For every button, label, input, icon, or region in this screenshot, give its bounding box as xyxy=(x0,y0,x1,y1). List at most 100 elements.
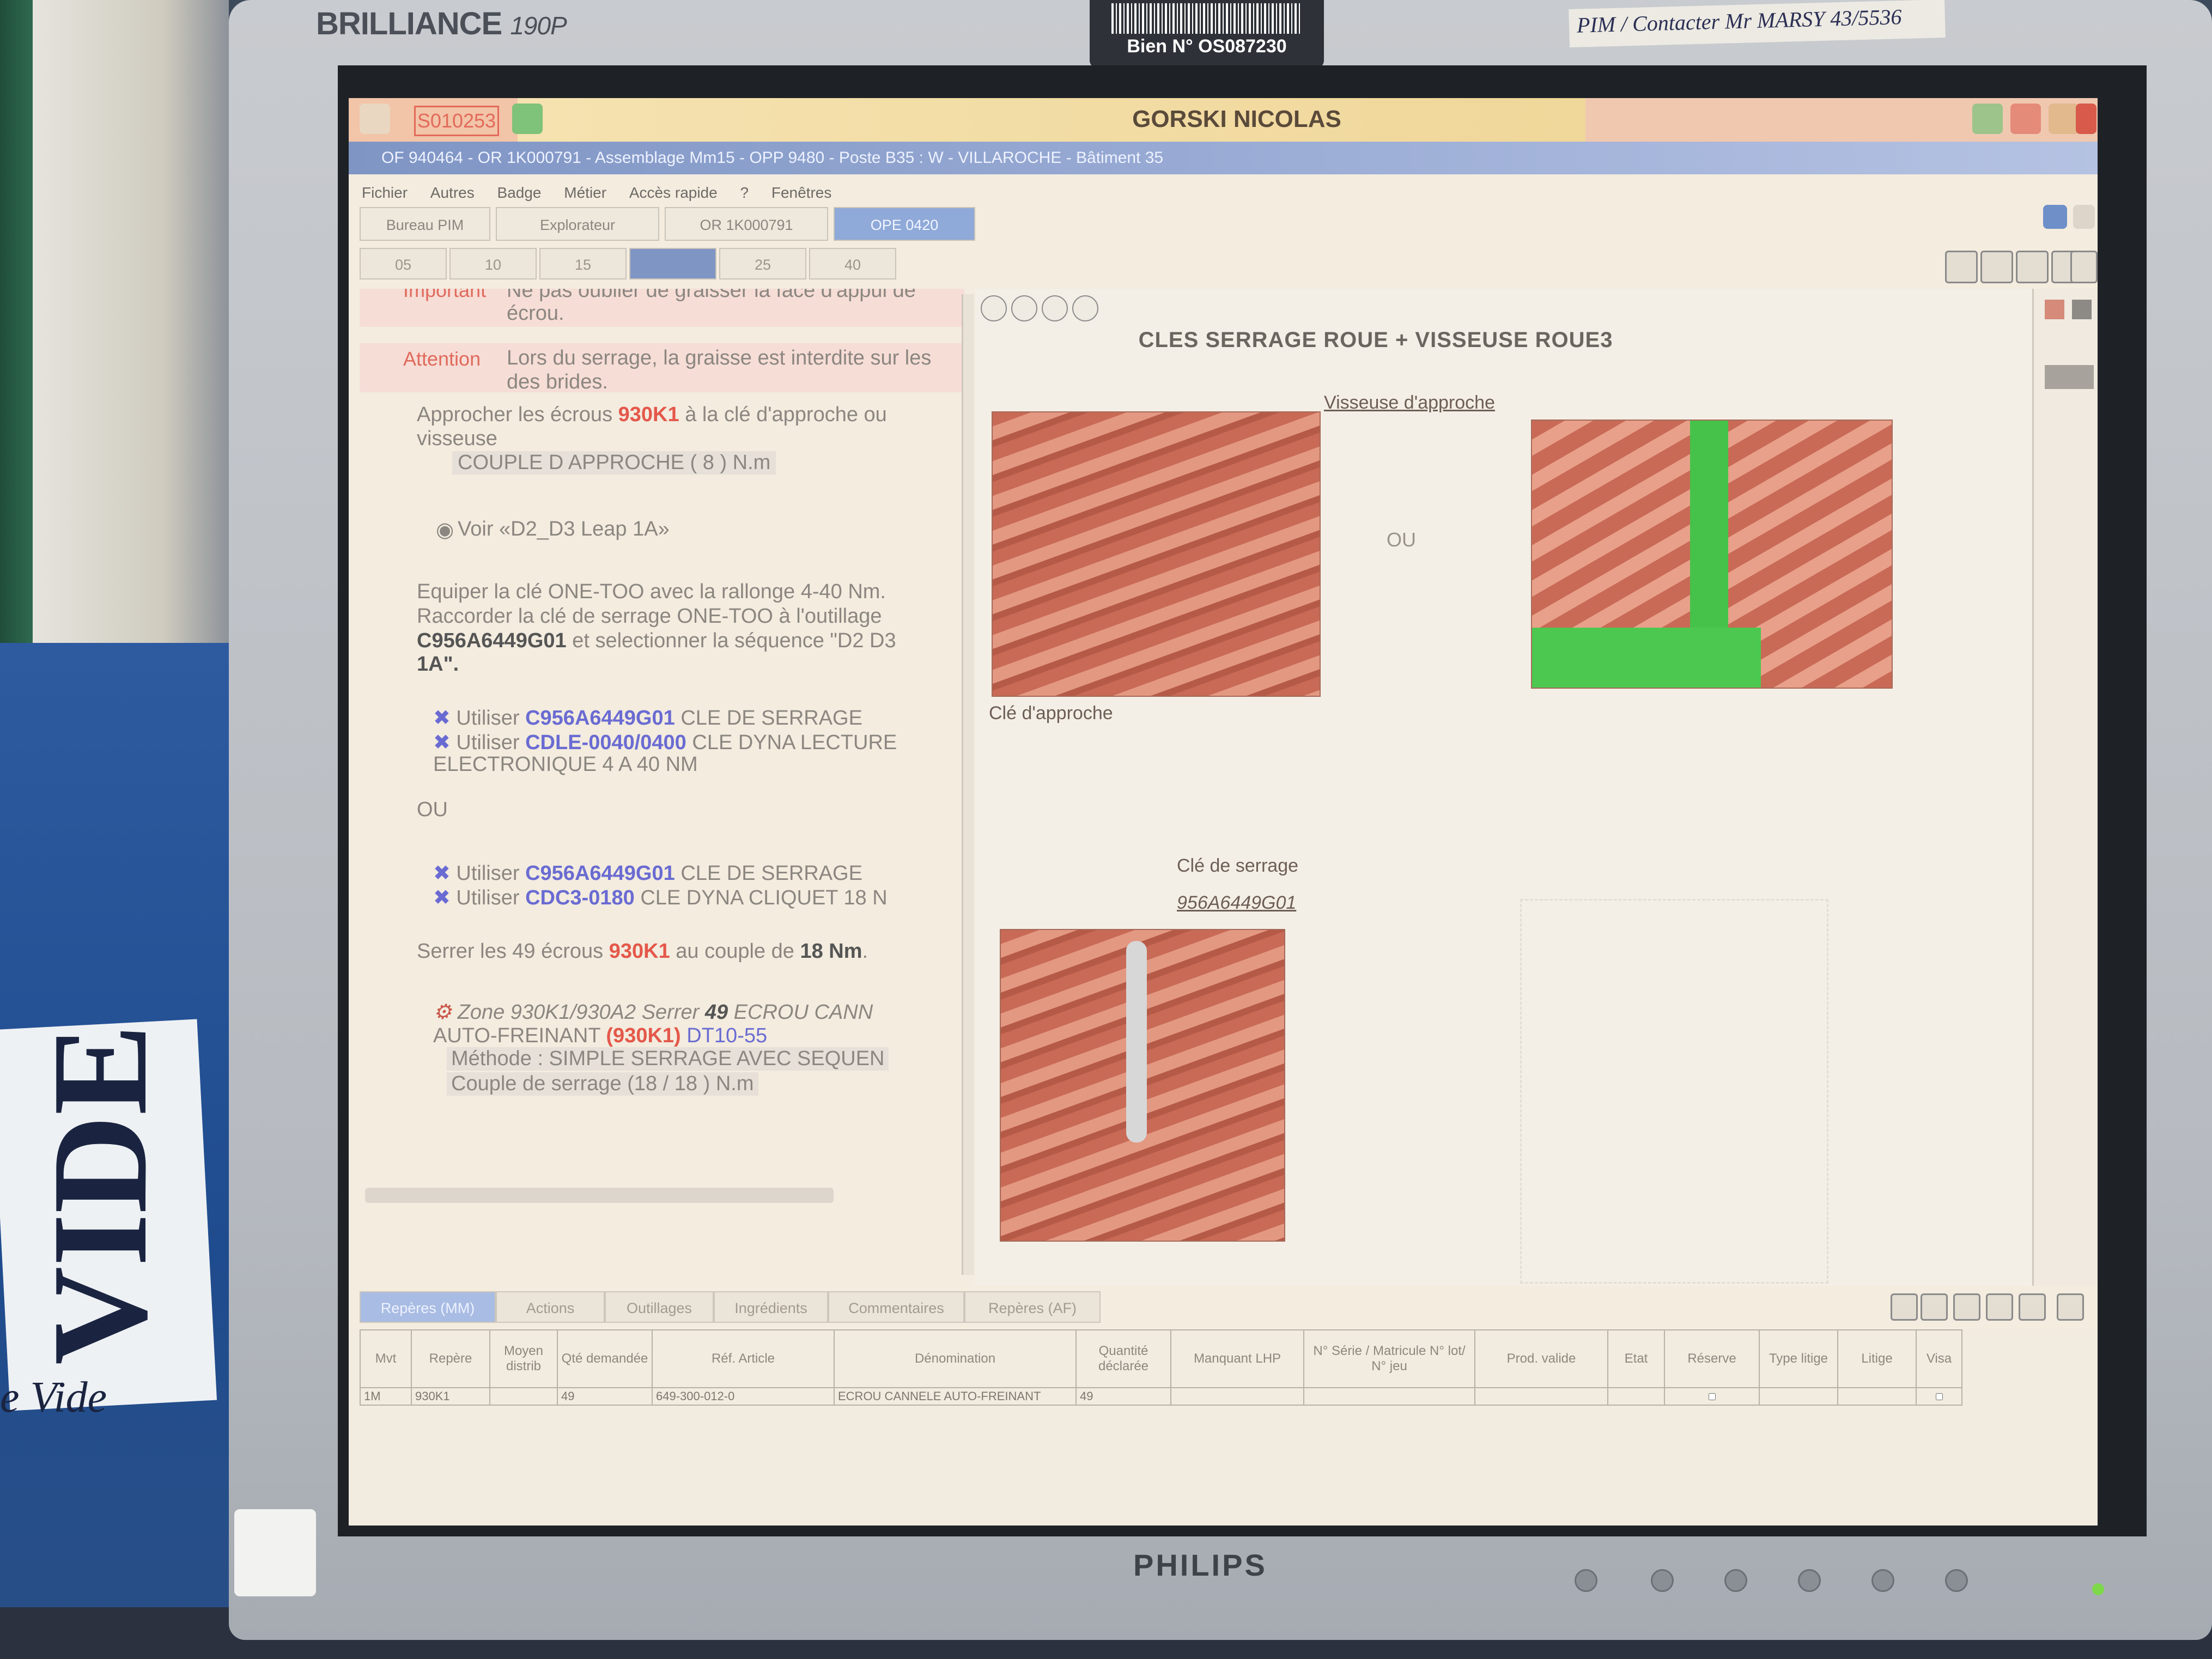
edit-icon[interactable] xyxy=(1953,1293,1980,1321)
col-qte[interactable]: Qté demandée xyxy=(557,1329,653,1388)
tab-ope[interactable]: OPE 0420 xyxy=(834,207,975,241)
thumbnail-icon[interactable] xyxy=(2072,300,2092,319)
voir-link[interactable]: Voir «D2_D3 Leap 1A» xyxy=(458,518,670,541)
cell-manquant[interactable] xyxy=(1170,1387,1304,1406)
grid-icon[interactable] xyxy=(1921,1293,1948,1321)
col-moyen[interactable]: Moyen distrib xyxy=(489,1329,558,1388)
cell-litige[interactable] xyxy=(1837,1387,1917,1406)
figure-title: CLES SERRAGE ROUE + VISSEUSE ROUE3 xyxy=(1138,328,1613,352)
badge-ok-icon[interactable] xyxy=(512,104,543,134)
tool-icon[interactable] xyxy=(1972,104,2003,134)
person-icon[interactable] xyxy=(2010,104,2041,134)
step-label: 25 xyxy=(754,257,771,273)
menu-fenetres[interactable]: Fenêtres xyxy=(771,184,832,201)
edit-icon[interactable] xyxy=(2019,1293,2046,1321)
export-icon[interactable] xyxy=(2057,1293,2084,1321)
col-prod-valide[interactable]: Prod. valide xyxy=(1474,1329,1608,1388)
step-40[interactable]: 40 xyxy=(809,248,896,279)
instruction-scrollbar[interactable] xyxy=(962,294,974,1275)
col-mvt[interactable]: Mvt xyxy=(360,1329,412,1388)
zoom-reset-icon[interactable] xyxy=(1072,295,1098,321)
refresh-icon[interactable] xyxy=(2070,251,2098,283)
monitor-button-3[interactable] xyxy=(1798,1569,1821,1592)
menu-badge[interactable]: Badge xyxy=(497,184,542,201)
instruction-hscrollbar[interactable] xyxy=(365,1188,834,1203)
col-ref[interactable]: Réf. Article xyxy=(652,1329,835,1388)
col-litige[interactable]: Litige xyxy=(1837,1329,1917,1388)
col-reserve[interactable]: Réserve xyxy=(1664,1329,1760,1388)
cell-mvt: 1M xyxy=(360,1387,412,1406)
monitor-button-1[interactable] xyxy=(1651,1569,1674,1592)
eye-icon[interactable]: ◉ xyxy=(436,518,454,542)
visa-checkbox[interactable] xyxy=(1936,1393,1943,1400)
menu-help[interactable]: ? xyxy=(740,184,749,201)
cell-type-litige[interactable] xyxy=(1759,1387,1838,1406)
photo-torque-key xyxy=(1000,929,1285,1242)
col-visa[interactable]: Visa xyxy=(1916,1329,1962,1388)
menu-acces-rapide[interactable]: Accès rapide xyxy=(629,184,718,201)
menu-autres[interactable]: Autres xyxy=(430,184,475,201)
vide-sign-subtext: e Vide xyxy=(0,1374,107,1421)
tab-commentaires[interactable]: Commentaires xyxy=(828,1291,964,1323)
menu-fichier[interactable]: Fichier xyxy=(362,184,408,201)
tool4-ref[interactable]: CDC3-0180 xyxy=(525,886,635,909)
col-repere[interactable]: Repère xyxy=(411,1329,490,1388)
tab-or[interactable]: OR 1K000791 xyxy=(665,207,828,241)
monitor-power-button[interactable] xyxy=(1945,1569,1968,1592)
zoom-fit-icon[interactable] xyxy=(1042,295,1068,321)
zoom-in-icon[interactable] xyxy=(981,295,1007,321)
cell-qte-declaree[interactable]: 49 xyxy=(1075,1387,1171,1406)
attention-label: Attention xyxy=(403,348,481,370)
tab-outillages[interactable]: Outillages xyxy=(605,1291,714,1323)
monitor-button-2[interactable] xyxy=(1724,1569,1747,1592)
col-serie[interactable]: N° Série / Matricule N° lot/ N° jeu xyxy=(1303,1329,1475,1388)
tab-actions[interactable]: Actions xyxy=(496,1291,605,1323)
step-15[interactable]: 15 xyxy=(539,248,627,279)
thumbnail-icon[interactable] xyxy=(2045,300,2064,319)
col-manquant[interactable]: Manquant LHP xyxy=(1170,1329,1304,1388)
text-icon[interactable] xyxy=(1980,251,2013,283)
edit-icon[interactable] xyxy=(1986,1293,2013,1321)
help-icon[interactable] xyxy=(2073,205,2095,229)
app-icon xyxy=(360,104,390,134)
tab-bureau-pim[interactable]: Bureau PIM xyxy=(360,207,490,241)
tool3-line: ✖ Utiliser C956A6449G01 CLE DE SERRAGE xyxy=(433,862,862,885)
important-text-1: Ne pas oublier de graisser la face d'app… xyxy=(507,289,916,302)
zone-line2: AUTO-FREINANT (930K1) DT10-55 xyxy=(433,1024,768,1047)
col-etat[interactable]: Etat xyxy=(1607,1329,1665,1388)
col-denomination[interactable]: Dénomination xyxy=(834,1329,1077,1388)
grid-icon[interactable] xyxy=(1891,1293,1918,1321)
tool2-ref[interactable]: CDLE-0040/0400 xyxy=(525,731,686,754)
tab-ingredients[interactable]: Ingrédients xyxy=(714,1291,828,1323)
tab-explorateur[interactable]: Explorateur xyxy=(496,207,659,241)
reserve-checkbox[interactable] xyxy=(1709,1393,1716,1400)
step-10[interactable]: 10 xyxy=(449,248,537,279)
part-ref[interactable]: 930K1 xyxy=(618,403,679,426)
monitor-button-4[interactable] xyxy=(1871,1569,1894,1592)
col-qte-declaree[interactable]: Quantité déclarée xyxy=(1075,1329,1171,1388)
step-05[interactable]: 05 xyxy=(360,248,447,279)
tab-label: Repères (AF) xyxy=(988,1300,1077,1316)
zoom-out-icon[interactable] xyxy=(1011,295,1037,321)
close-tab-icon[interactable] xyxy=(2043,205,2067,229)
thumbnail-image[interactable] xyxy=(2045,365,2094,389)
tool3-ref[interactable]: C956A6449G01 xyxy=(525,862,675,885)
step-25[interactable]: 25 xyxy=(719,248,806,279)
part-ref[interactable]: 930K1 xyxy=(609,940,670,963)
image-icon[interactable] xyxy=(2016,251,2049,283)
cell-serie[interactable] xyxy=(1303,1387,1475,1406)
operator-icon[interactable] xyxy=(2049,104,2079,134)
step-current[interactable] xyxy=(629,248,716,279)
alert-icon[interactable] xyxy=(2076,104,2096,134)
tab-reperes-mm[interactable]: Repères (MM) xyxy=(360,1291,496,1323)
monitor-menu-button[interactable] xyxy=(1575,1569,1597,1592)
tab-reperes-af[interactable]: Repères (AF) xyxy=(964,1291,1101,1323)
layout-icon[interactable] xyxy=(1945,251,1978,283)
col-type-litige[interactable]: Type litige xyxy=(1759,1329,1838,1388)
asset-label: Bien N° OS087230 xyxy=(1127,36,1287,57)
cell-prod-valide[interactable] xyxy=(1474,1387,1608,1406)
menu-metier[interactable]: Métier xyxy=(564,184,606,201)
tab-label: Outillages xyxy=(626,1300,692,1316)
tool1-ref[interactable]: C956A6449G01 xyxy=(525,707,675,730)
table-row[interactable]: 1M 930K1 49 649-300-012-0 ECROU CANNELE … xyxy=(360,1387,1962,1406)
